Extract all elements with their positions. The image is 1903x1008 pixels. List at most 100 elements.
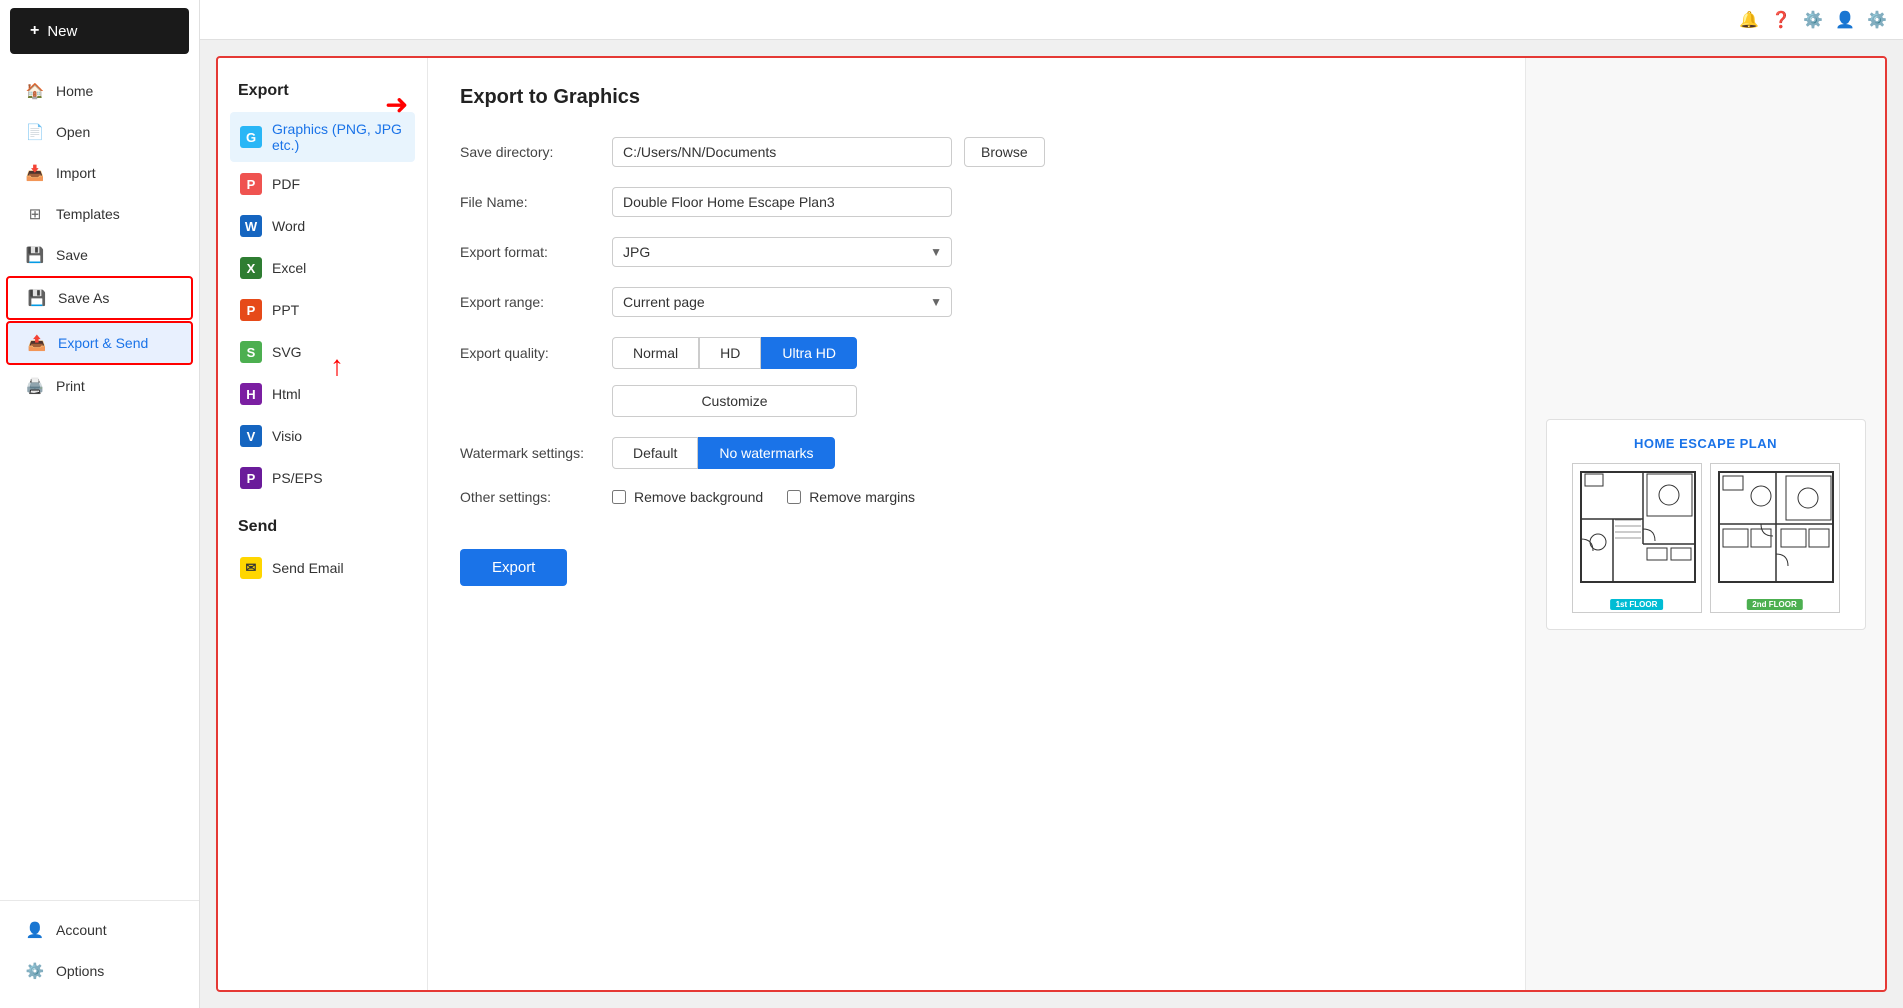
html-icon: H xyxy=(240,383,262,405)
other-settings-label: Other settings: xyxy=(460,489,600,505)
user-icon[interactable]: 👤 xyxy=(1835,10,1855,30)
checkbox-group: Remove background Remove margins xyxy=(612,489,915,505)
export-type-ppt[interactable]: P PPT xyxy=(230,290,415,330)
sidebar-item-templates[interactable]: ⊞ Templates xyxy=(6,194,193,234)
preview-title: HOME ESCAPE PLAN xyxy=(1563,436,1849,451)
sidebar-item-open[interactable]: 📄 Open xyxy=(6,112,193,152)
word-icon: W xyxy=(240,215,262,237)
sidebar-item-save-as-label: Save As xyxy=(58,290,109,306)
sidebar-item-home-label: Home xyxy=(56,83,93,99)
export-type-word[interactable]: W Word xyxy=(230,206,415,246)
preview-card: HOME ESCAPE PLAN xyxy=(1546,419,1866,630)
new-button[interactable]: + New xyxy=(10,8,189,54)
export-quality-row: Export quality: Normal HD Ultra HD Custo… xyxy=(460,337,1493,417)
sidebar-item-account-label: Account xyxy=(56,922,107,938)
apps-icon[interactable]: ⚙️ xyxy=(1803,10,1823,30)
file-name-input[interactable] xyxy=(612,187,952,217)
export-type-graphics[interactable]: G Graphics (PNG, JPG etc.) xyxy=(230,112,415,162)
export-send-icon: 📤 xyxy=(28,334,46,352)
export-settings-column: Export to Graphics Save directory: Brows… xyxy=(428,58,1525,990)
export-types-column: Export G Graphics (PNG, JPG etc.) P PDF … xyxy=(218,58,428,990)
pdf-icon: P xyxy=(240,173,262,195)
svg-icon: S xyxy=(240,341,262,363)
floor-plan-1-svg xyxy=(1573,464,1702,612)
preview-floors: 1st FLOOR xyxy=(1563,463,1849,613)
browse-button[interactable]: Browse xyxy=(964,137,1045,167)
sidebar-item-import-label: Import xyxy=(56,165,96,181)
floor-plan-2: 2nd FLOOR xyxy=(1710,463,1840,613)
export-range-row: Export range: Current page All pages Sel… xyxy=(460,287,1493,317)
options-icon: ⚙️ xyxy=(26,962,44,980)
open-icon: 📄 xyxy=(26,123,44,141)
floor-plan-2-svg xyxy=(1711,464,1840,612)
account-icon: 👤 xyxy=(26,921,44,939)
plus-icon: + xyxy=(30,22,39,40)
remove-background-input[interactable] xyxy=(612,490,626,504)
new-button-label: New xyxy=(47,23,77,40)
floor2-label: 2nd FLOOR xyxy=(1746,599,1802,610)
save-directory-input[interactable] xyxy=(612,137,952,167)
sidebar-item-open-label: Open xyxy=(56,124,90,140)
pseps-icon: P xyxy=(240,467,262,489)
send-email-item[interactable]: ✉ Send Email xyxy=(230,548,415,588)
export-format-select[interactable]: JPG PNG BMP GIF SVG xyxy=(612,237,952,267)
export-type-html[interactable]: H Html xyxy=(230,374,415,414)
export-type-pseps[interactable]: P PS/EPS xyxy=(230,458,415,498)
floor-plan-1: 1st FLOOR xyxy=(1572,463,1702,613)
remove-background-checkbox[interactable]: Remove background xyxy=(612,489,763,505)
export-type-excel[interactable]: X Excel xyxy=(230,248,415,288)
home-icon: 🏠 xyxy=(26,82,44,100)
save-icon: 💾 xyxy=(26,246,44,264)
export-format-select-wrapper: JPG PNG BMP GIF SVG ▼ xyxy=(612,237,952,267)
watermark-default-btn[interactable]: Default xyxy=(612,437,698,469)
html-label: Html xyxy=(272,386,301,402)
pseps-label: PS/EPS xyxy=(272,470,323,486)
remove-margins-checkbox[interactable]: Remove margins xyxy=(787,489,915,505)
export-range-select-wrapper: Current page All pages Selected pages ▼ xyxy=(612,287,952,317)
save-directory-label: Save directory: xyxy=(460,144,600,160)
templates-icon: ⊞ xyxy=(26,205,44,223)
graphics-label: Graphics (PNG, JPG etc.) xyxy=(272,121,405,153)
sidebar-item-account[interactable]: 👤 Account xyxy=(6,910,193,950)
export-type-visio[interactable]: V Visio xyxy=(230,416,415,456)
sidebar-item-export-send[interactable]: 📤 Export & Send xyxy=(6,321,193,365)
export-range-select[interactable]: Current page All pages Selected pages xyxy=(612,287,952,317)
main-content: 🔔 ❓ ⚙️ 👤 ⚙️ ➜ ↑ Export G Graphics (PNG, … xyxy=(200,0,1903,1008)
sidebar-item-options[interactable]: ⚙️ Options xyxy=(6,951,193,991)
sidebar-item-templates-label: Templates xyxy=(56,206,120,222)
quality-group: Normal HD Ultra HD xyxy=(612,337,857,369)
watermark-none-btn[interactable]: No watermarks xyxy=(698,437,834,469)
remove-background-label: Remove background xyxy=(634,489,763,505)
remove-margins-input[interactable] xyxy=(787,490,801,504)
remove-margins-label: Remove margins xyxy=(809,489,915,505)
sidebar-item-print[interactable]: 🖨️ Print xyxy=(6,366,193,406)
graphics-icon: G xyxy=(240,126,262,148)
sidebar-item-print-label: Print xyxy=(56,378,85,394)
help-icon[interactable]: ❓ xyxy=(1771,10,1791,30)
ppt-label: PPT xyxy=(272,302,299,318)
export-panel-wrapper: ➜ ↑ Export G Graphics (PNG, JPG etc.) P … xyxy=(200,40,1903,1008)
quality-hd-btn[interactable]: HD xyxy=(699,337,761,369)
sidebar-item-save-as[interactable]: 💾 Save As xyxy=(6,276,193,320)
top-bar: 🔔 ❓ ⚙️ 👤 ⚙️ xyxy=(200,0,1903,40)
svg-label: SVG xyxy=(272,344,302,360)
print-icon: 🖨️ xyxy=(26,377,44,395)
save-directory-row: Save directory: Browse xyxy=(460,137,1493,167)
other-settings-row: Other settings: Remove background Remove… xyxy=(460,489,1493,505)
quality-normal-btn[interactable]: Normal xyxy=(612,337,699,369)
sidebar-item-home[interactable]: 🏠 Home xyxy=(6,71,193,111)
bell-icon[interactable]: 🔔 xyxy=(1739,10,1759,30)
sidebar-bottom: 👤 Account ⚙️ Options xyxy=(0,900,199,1008)
sidebar-item-import[interactable]: 📥 Import xyxy=(6,153,193,193)
excel-icon: X xyxy=(240,257,262,279)
export-type-pdf[interactable]: P PDF xyxy=(230,164,415,204)
customize-btn[interactable]: Customize xyxy=(612,385,857,417)
send-section: Send ✉ Send Email xyxy=(230,518,415,588)
file-name-row: File Name: xyxy=(460,187,1493,217)
sidebar-item-save[interactable]: 💾 Save xyxy=(6,235,193,275)
settings-icon[interactable]: ⚙️ xyxy=(1867,10,1887,30)
export-settings-title: Export to Graphics xyxy=(460,86,1493,109)
export-button[interactable]: Export xyxy=(460,549,567,586)
quality-ultrahd-btn[interactable]: Ultra HD xyxy=(761,337,857,369)
export-type-svg[interactable]: S SVG xyxy=(230,332,415,372)
